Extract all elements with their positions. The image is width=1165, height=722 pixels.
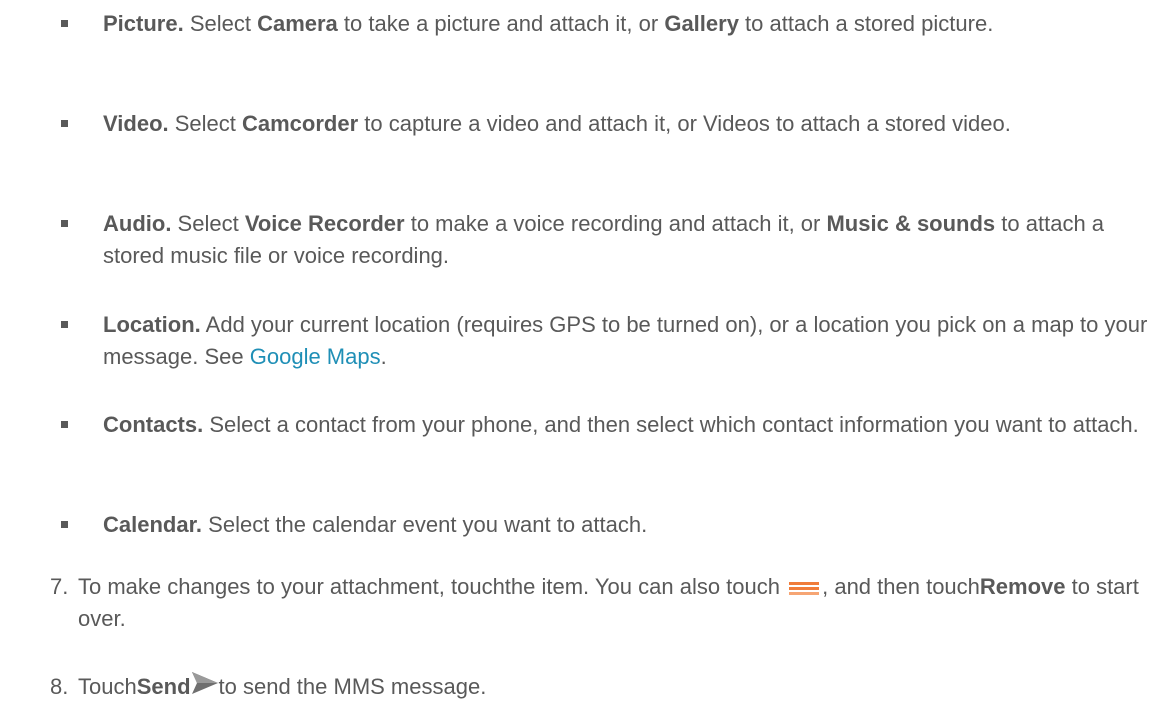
bullet-bold: Voice Recorder	[244, 211, 405, 236]
bullet-text: Select	[171, 211, 245, 236]
bullet-text: .	[380, 344, 387, 369]
step-text-part: Touch	[78, 674, 137, 699]
bullet-audio: Audio. Select Voice Recorder to make a v…	[103, 208, 1153, 272]
step-text-part: to send the MMS message.	[218, 674, 487, 699]
bullet-title: Contacts.	[103, 412, 204, 437]
bullet-bold: Camcorder	[242, 111, 359, 136]
bullet-title: Video.	[103, 111, 169, 136]
bullet-title: Audio.	[103, 211, 172, 236]
bullet-marker	[61, 521, 68, 528]
bullet-marker	[61, 120, 68, 127]
bullet-text: Select a contact from your phone, and th…	[203, 412, 1139, 437]
bullet-marker	[61, 421, 68, 428]
bullet-title: Picture.	[103, 11, 184, 36]
bullet-bold: Music & sounds	[826, 211, 996, 236]
bullet-bold: Camera	[257, 11, 338, 36]
step-number: 7.	[50, 574, 69, 599]
bullet-text: to make a voice recording and attach it,…	[404, 211, 827, 236]
bullet-text: Select the calendar event you want to at…	[202, 512, 648, 537]
bullet-picture: Picture. Select Camera to take a picture…	[103, 8, 1153, 40]
bullet-marker	[61, 20, 68, 27]
bullet-bold: Gallery	[664, 11, 739, 36]
bullet-text: Select	[183, 11, 258, 36]
step-text: To make changes to your attachment, touc…	[78, 571, 1148, 635]
step-bold: Remove	[979, 574, 1066, 599]
send-icon	[191, 670, 219, 696]
bullet-marker	[61, 321, 68, 328]
google-maps-link[interactable]: Google Maps	[250, 344, 381, 369]
step-text-part: , and then touch	[822, 574, 980, 599]
bullet-marker	[61, 220, 68, 227]
bullet-contacts: Contacts. Select a contact from your pho…	[103, 409, 1153, 441]
bullet-video: Video. Select Camcorder to capture a vid…	[103, 108, 1153, 140]
menu-icon	[786, 573, 822, 596]
bullet-location: Location. Add your current location (req…	[103, 309, 1153, 373]
step-text: TouchSend to send the MMS message.	[78, 671, 1148, 703]
bullet-text: Select	[168, 111, 242, 136]
bullet-text: to capture a video and attach it, or Vid…	[358, 111, 1011, 136]
bullet-text: to attach a stored picture.	[738, 11, 994, 36]
bullet-title: Calendar.	[103, 512, 203, 537]
step-text-part: To make changes to your attachment, touc…	[78, 574, 787, 599]
bullet-calendar: Calendar. Select the calendar event you …	[103, 509, 1153, 541]
step-number: 8.	[50, 674, 69, 699]
bullet-text: to take a picture and attach it, or	[337, 11, 665, 36]
bullet-title: Location.	[103, 312, 201, 337]
step-bold: Send	[136, 674, 191, 699]
